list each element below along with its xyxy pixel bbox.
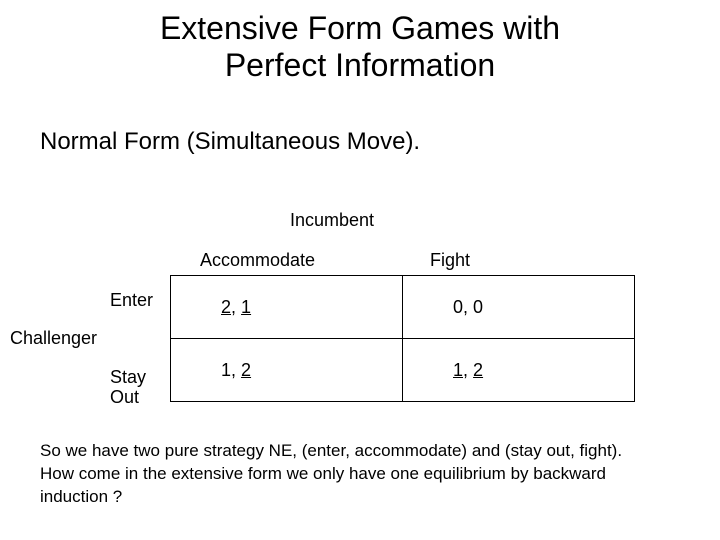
table-row: 2, 1 0, 0 <box>171 276 635 339</box>
col-header-accommodate: Accommodate <box>200 250 315 271</box>
column-player-label: Incumbent <box>290 210 374 231</box>
cell-enter-fight: 0, 0 <box>403 276 635 339</box>
footer-text: So we have two pure strategy NE, (enter,… <box>40 440 680 509</box>
title-line-2: Perfect Information <box>225 47 495 83</box>
table-row: 1, 2 1, 2 <box>171 339 635 402</box>
slide-title: Extensive Form Games with Perfect Inform… <box>0 10 720 84</box>
cell-stayout-accommodate: 1, 2 <box>171 339 403 402</box>
cell-stayout-fight: 1, 2 <box>403 339 635 402</box>
footer-line-1: So we have two pure strategy NE, (enter,… <box>40 441 622 460</box>
row-player-label: Challenger <box>10 328 97 349</box>
row-stay-l2: Out <box>110 387 139 407</box>
subheading: Normal Form (Simultaneous Move). <box>40 128 420 156</box>
cell-enter-accommodate: 2, 1 <box>171 276 403 339</box>
footer-line-2: How come in the extensive form we only h… <box>40 464 606 483</box>
row-header-stay-out: Stay Out <box>110 368 146 408</box>
row-header-enter: Enter <box>110 290 153 311</box>
payoff-matrix: 2, 1 0, 0 1, 2 1, 2 <box>170 275 635 402</box>
footer-line-3: induction ? <box>40 487 122 506</box>
title-line-1: Extensive Form Games with <box>160 10 560 46</box>
col-header-fight: Fight <box>430 250 470 271</box>
row-stay-l1: Stay <box>110 367 146 387</box>
